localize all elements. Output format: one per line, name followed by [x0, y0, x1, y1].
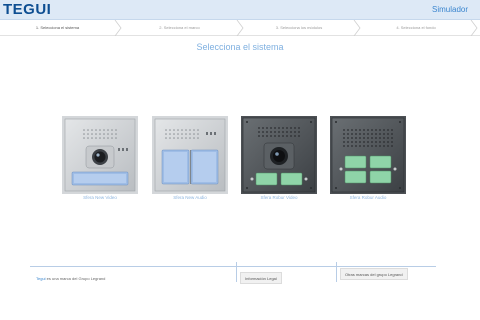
steps-bar: 1. Selecciona el sistema 2. Selecciona e… [0, 20, 480, 36]
chevron-right-icon [114, 20, 122, 36]
tegui-logo[interactable]: TEGUI [3, 2, 51, 18]
product-label[interactable]: Sfera Robur Audio [320, 195, 416, 201]
product-sfera-robur-video[interactable]: Sfera Robur Video [241, 116, 317, 208]
product-label[interactable]: Sfera New Video [52, 195, 148, 201]
top-header: TEGUI Simulador [0, 0, 480, 20]
chevron-right-icon [353, 20, 361, 36]
chevron-right-icon [470, 20, 478, 36]
chevron-right-icon [236, 20, 244, 36]
footer-divider-line [30, 266, 436, 267]
footer-separator [336, 262, 337, 282]
legal-info-button[interactable]: Información Legal [240, 272, 282, 284]
sfera-new-audio-panel-image [152, 116, 228, 194]
sfera-robur-video-panel-image [241, 116, 317, 194]
product-sfera-robur-audio[interactable]: Sfera Robur Audio [330, 116, 406, 208]
sfera-new-video-panel-image [62, 116, 138, 194]
app-title: Simulador [431, 5, 468, 14]
product-label[interactable]: Sfera Robur Video [231, 195, 327, 201]
other-brands-button[interactable]: Otras marcas del grupo Legrand [340, 268, 408, 280]
step-4[interactable]: 4. Selecciona el fondo [361, 20, 471, 36]
footer-brand-word[interactable]: Tegui [36, 276, 46, 281]
step-1[interactable]: 1. Selecciona el sistema [0, 20, 115, 36]
product-sfera-new-audio[interactable]: Sfera New Audio [152, 116, 228, 208]
footer-brand-notice: Tegui es una marca del Grupo Legrand [36, 276, 105, 281]
sfera-robur-audio-panel-image [330, 116, 406, 194]
footer-brand-rest: es una marca del Grupo Legrand [45, 276, 106, 281]
footer-separator [236, 262, 237, 282]
product-sfera-new-video[interactable]: Sfera New Video [62, 116, 138, 208]
step-2[interactable]: 2. Selecciona el marco [122, 20, 237, 36]
step-3[interactable]: 3. Selecciona los módulos [244, 20, 354, 36]
page: TEGUI Simulador 1. Selecciona el sistema… [0, 0, 480, 320]
page-title: Selecciona el sistema [196, 42, 284, 52]
product-label[interactable]: Sfera New Audio [142, 195, 238, 201]
